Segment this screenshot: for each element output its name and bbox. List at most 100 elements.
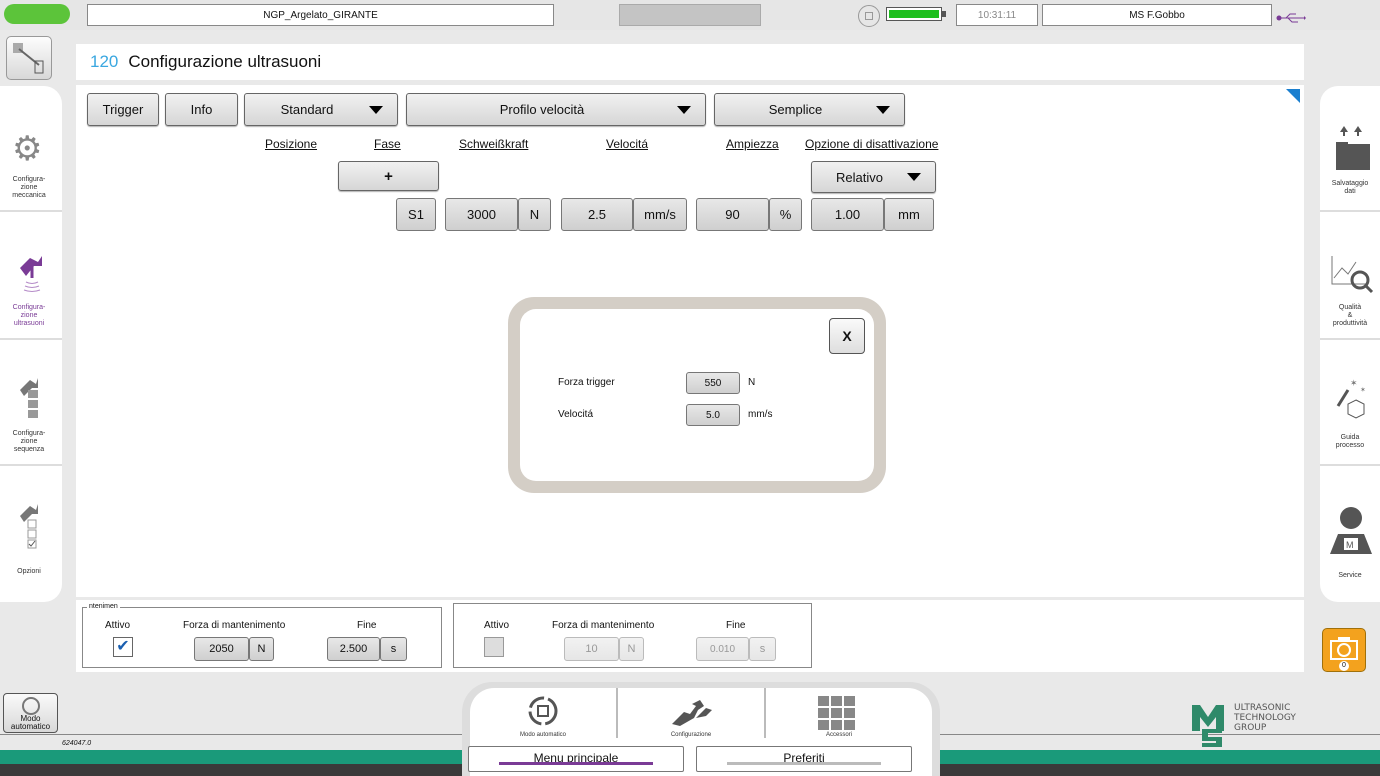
sidebar-item-sequence[interactable]: Configura- zione sequenza [0, 340, 62, 464]
trigger-button-label: Trigger [102, 102, 144, 117]
force-unit-label: N [529, 207, 540, 222]
holding-force-value: 2050 [209, 643, 234, 655]
type-dropdown-value: Semplice [768, 102, 823, 117]
deactivation-value: 1.00 [834, 207, 861, 222]
holding-force-unit-label: N [627, 643, 636, 655]
amplitude-value: 90 [725, 207, 740, 222]
main-nav-body: Modo automatico Configurazione Accessori… [468, 688, 932, 776]
sidebar-item-mechanical[interactable]: ⚙ Configura- zione meccanica [0, 86, 62, 210]
column-header-velocita: Velocitá [606, 137, 649, 151]
info-button-label: Info [190, 102, 213, 117]
machine-icon [13, 43, 44, 74]
auto-mode-icon [22, 697, 40, 715]
tools-icon [672, 700, 712, 726]
project-name: NGP_Argelato_GIRANTE [263, 9, 378, 21]
end-label: Fine [357, 620, 377, 631]
gear-icon: ⚙ [12, 130, 43, 168]
trigger-dialog-body: X Forza trigger 550 N Velocitá 5.0 mm/s [520, 309, 874, 481]
nav-configuration[interactable]: Configurazione [618, 688, 764, 742]
camera-button[interactable]: 0 [1322, 628, 1366, 672]
top-bar: NGP_Argelato_GIRANTE 10:31:11 MS F.Gobbo [0, 0, 1380, 30]
main-menu-button[interactable]: Menu principale [468, 746, 684, 772]
sequence-icon [20, 378, 38, 418]
nav-configuration-label: Configurazione [670, 732, 712, 738]
right-sidebar: Salvataggio dati Qualità & produttività … [1320, 86, 1380, 602]
trigger-speed-input[interactable]: 5.0 [686, 404, 740, 426]
add-step-button[interactable]: + [338, 161, 439, 191]
options-icon [20, 504, 38, 549]
user-field[interactable]: MS F.Gobbo [1042, 4, 1272, 26]
sidebar-item-label: Service [1338, 572, 1362, 579]
step-label: S1 [408, 207, 424, 222]
favorites-button[interactable]: Preferiti [696, 746, 912, 772]
sidebar-item-label: Opzioni [17, 568, 41, 575]
close-icon: X [842, 328, 852, 344]
force-input[interactable]: 3000 [445, 198, 518, 231]
holding-force-input[interactable]: 2050 [194, 637, 249, 661]
auto-mode-cycle-icon [528, 696, 558, 726]
speed-unit: mm/s [633, 198, 687, 231]
speed-input[interactable]: 2.5 [561, 198, 633, 231]
mode-dropdown[interactable]: Standard [244, 93, 398, 126]
machine-view-button[interactable] [6, 36, 52, 80]
brand-line: TECHNOLOGY [1234, 713, 1296, 723]
trigger-button[interactable]: Trigger [87, 93, 159, 126]
nav-accessories-label: Accessori [825, 732, 852, 738]
nav-auto-mode[interactable]: Modo automatico [470, 688, 616, 742]
status-field [619, 4, 761, 26]
step-button[interactable]: S1 [396, 198, 436, 231]
auto-mode-button[interactable]: Modo automatico [3, 693, 58, 733]
ultrasound-tool-icon [20, 256, 42, 292]
sidebar-item-save-data[interactable]: Salvataggio dati [1320, 86, 1380, 210]
trigger-force-value: 550 [704, 377, 722, 389]
chevron-down-icon [876, 105, 890, 114]
relativo-dropdown[interactable]: Relativo [811, 161, 936, 193]
project-name-field[interactable]: NGP_Argelato_GIRANTE [87, 4, 554, 26]
clock-time: 10:31:11 [977, 9, 1017, 21]
info-button[interactable]: Info [165, 93, 238, 126]
quality-icon [1331, 256, 1374, 294]
active-checkbox[interactable]: ✔ [113, 637, 133, 657]
chevron-down-icon [369, 105, 383, 114]
wizard-icon: ✶✶ [1336, 378, 1366, 419]
holding-legend: ntenimen [87, 603, 120, 610]
amplitude-input[interactable]: 90 [696, 198, 769, 231]
active-checkbox[interactable] [484, 637, 504, 657]
profile-dropdown-value: Profilo velocità [499, 102, 585, 117]
sidebar-item-label: Salvataggio dati [1331, 180, 1369, 195]
relativo-dropdown-value: Relativo [836, 169, 883, 185]
holding-force-input[interactable]: 10 [564, 637, 619, 661]
end-unit-label: s [390, 643, 397, 655]
sidebar-item-service[interactable]: M Service [1320, 466, 1380, 590]
sidebar-item-ultrasound[interactable]: Configura- zione ultrasuoni [0, 212, 62, 338]
column-header-fase: Fase [374, 137, 401, 151]
battery-icon [886, 7, 946, 21]
deactivation-unit-label: mm [898, 207, 920, 222]
close-button[interactable]: X [829, 318, 865, 354]
deactivation-input[interactable]: 1.00 [811, 198, 884, 231]
sidebar-item-options[interactable]: Opzioni [0, 466, 62, 590]
auto-mode-status-icon [858, 5, 880, 27]
nav-accessories[interactable]: Accessori [766, 688, 912, 742]
active-label: Attivo [105, 620, 131, 631]
ms-logo-icon [1192, 705, 1224, 747]
end-input[interactable]: 2.500 [327, 637, 380, 661]
user-name: MS F.Gobbo [1129, 9, 1185, 21]
column-header-opzione: Opzione di disattivazione [805, 137, 939, 151]
auto-mode-label: Modo automatico [10, 714, 51, 731]
type-dropdown[interactable]: Semplice [714, 93, 905, 126]
trigger-force-input[interactable]: 550 [686, 372, 740, 394]
column-header-ampiezza: Ampiezza [726, 137, 779, 151]
sidebar-item-process-guide[interactable]: ✶ ✶ Guida processo [1320, 340, 1380, 464]
sidebar-item-quality[interactable]: Qualità & produttività [1320, 212, 1380, 338]
usb-icon [1276, 10, 1306, 28]
version-label: 624047.0 [62, 740, 92, 747]
trigger-speed-unit: mm/s [748, 409, 773, 420]
holding-force-unit-label: N [257, 643, 266, 655]
end-input[interactable]: 0.010 [696, 637, 749, 661]
profile-dropdown[interactable]: Profilo velocità [406, 93, 706, 126]
chevron-down-icon [677, 105, 691, 114]
sidebar-item-label: Configura- zione sequenza [12, 430, 46, 453]
sidebar-item-label: Configura- zione meccanica [12, 176, 46, 199]
mode-dropdown-value: Standard [280, 102, 334, 117]
